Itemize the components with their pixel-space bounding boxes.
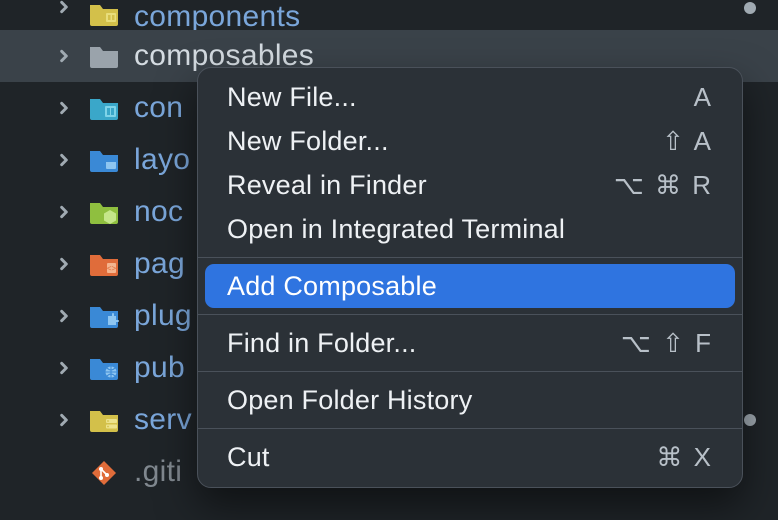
menu-item-open-terminal[interactable]: Open in Integrated Terminal	[205, 207, 735, 251]
chevron-right-icon	[54, 153, 74, 167]
menu-item-label: Open in Integrated Terminal	[227, 214, 565, 245]
folder-icon: <>	[88, 250, 120, 278]
tree-item-label: pub	[134, 351, 185, 385]
chevron-right-icon	[54, 49, 74, 63]
folder-icon	[88, 146, 120, 174]
modified-dot-icon	[744, 414, 756, 426]
menu-item-add-composable[interactable]: Add Composable	[205, 264, 735, 308]
menu-item-label: Reveal in Finder	[227, 170, 427, 201]
chevron-right-icon	[54, 257, 74, 271]
chevron-right-icon	[54, 205, 74, 219]
menu-item-label: Open Folder History	[227, 385, 472, 416]
menu-item-label: New Folder...	[227, 126, 389, 157]
git-icon	[88, 458, 120, 486]
menu-separator	[198, 257, 742, 258]
tree-item-label: pag	[134, 247, 185, 281]
menu-item-label: Add Composable	[227, 271, 437, 302]
modified-dot-icon	[744, 2, 756, 14]
chevron-right-icon	[54, 309, 74, 323]
menu-separator	[198, 314, 742, 315]
menu-item-shortcut: ⌥ ⌘ R	[614, 170, 713, 201]
menu-item-label: Cut	[227, 442, 270, 473]
chevron-right-icon	[54, 413, 74, 427]
folder-icon	[88, 94, 120, 122]
menu-separator	[198, 371, 742, 372]
menu-item-shortcut: ⇧ A	[662, 126, 713, 157]
folder-icon	[88, 302, 120, 330]
menu-item-folder-history[interactable]: Open Folder History	[205, 378, 735, 422]
chevron-right-icon	[54, 0, 74, 14]
context-menu: New File... A New Folder... ⇧ A Reveal i…	[197, 67, 743, 488]
folder-icon	[88, 0, 120, 28]
tree-item-label: components	[134, 0, 300, 34]
menu-item-new-file[interactable]: New File... A	[205, 75, 735, 119]
menu-item-label: Find in Folder...	[227, 328, 417, 359]
menu-item-shortcut: A	[694, 82, 713, 113]
tree-item-label: serv	[134, 403, 192, 437]
chevron-right-icon	[54, 101, 74, 115]
chevron-right-icon	[54, 361, 74, 375]
tree-item-label: layo	[134, 143, 190, 177]
menu-item-reveal-finder[interactable]: Reveal in Finder ⌥ ⌘ R	[205, 163, 735, 207]
menu-separator	[198, 428, 742, 429]
tree-item-label: plug	[134, 299, 192, 333]
folder-icon	[88, 42, 120, 70]
menu-item-new-folder[interactable]: New Folder... ⇧ A	[205, 119, 735, 163]
tree-item-label: noc	[134, 195, 183, 229]
menu-item-shortcut: ⌥ ⇧ F	[621, 328, 713, 359]
tree-item-components[interactable]: components	[0, 0, 778, 30]
menu-item-find-folder[interactable]: Find in Folder... ⌥ ⇧ F	[205, 321, 735, 365]
folder-icon	[88, 354, 120, 382]
menu-item-cut[interactable]: Cut ⌘ X	[205, 435, 735, 479]
menu-item-shortcut: ⌘ X	[656, 442, 713, 473]
folder-icon	[88, 198, 120, 226]
svg-text:<>: <>	[107, 264, 117, 273]
tree-item-label: .giti	[134, 455, 182, 489]
menu-item-label: New File...	[227, 82, 357, 113]
folder-icon	[88, 406, 120, 434]
tree-item-label: con	[134, 91, 183, 125]
